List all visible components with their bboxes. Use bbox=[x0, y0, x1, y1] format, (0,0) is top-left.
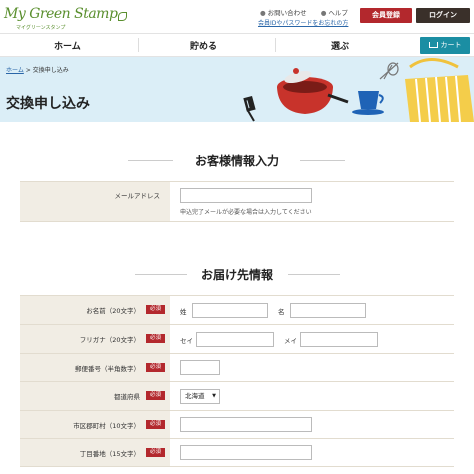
name-row: お名前（20文字） 必須 姓 名 bbox=[20, 296, 454, 325]
main-nav: ホーム 貯める 選ぶ カート bbox=[0, 33, 474, 57]
logo-text: My Green Stamp bbox=[4, 6, 118, 22]
site-logo[interactable]: My Green Stamp マイグリーンスタンプ bbox=[4, 6, 128, 31]
delivery-form: お名前（20文字） 必須 姓 名 フリガナ（20文字） 必須 セイ メイ 郵便番… bbox=[20, 295, 454, 467]
site-header: My Green Stamp マイグリーンスタンプ ● お問い合わせ ● ヘルプ 会… bbox=[0, 0, 474, 33]
prefecture-selected-value: 北海道 bbox=[185, 392, 205, 400]
whisk-icon bbox=[379, 62, 399, 80]
breadcrumb-home-link[interactable]: ホーム bbox=[6, 67, 24, 74]
cart-button[interactable]: カート bbox=[420, 37, 470, 54]
last-name-label: 姓 bbox=[180, 308, 187, 316]
pot-icon bbox=[277, 68, 349, 114]
postal-code-input[interactable] bbox=[180, 360, 220, 375]
last-name-kana-label: セイ bbox=[180, 337, 193, 345]
label-cell: メールアドレス bbox=[20, 182, 170, 221]
prefecture-row: 都道府県 必須 北海道 ▼ bbox=[20, 382, 454, 411]
nav-divider bbox=[138, 38, 139, 52]
required-badge: 必須 bbox=[146, 391, 165, 400]
dropdown-arrow-icon: ▼ bbox=[212, 393, 216, 399]
street-row: 丁目番地（15文字） 必須 bbox=[20, 439, 454, 467]
prefecture-label: 都道府県 bbox=[114, 393, 140, 401]
city-input[interactable] bbox=[180, 417, 312, 432]
field-area: 姓 名 bbox=[170, 296, 454, 324]
kana-label: フリガナ（20文字） bbox=[79, 336, 140, 344]
street-input[interactable] bbox=[180, 445, 312, 460]
required-badge: 必須 bbox=[146, 363, 165, 372]
customer-form: メールアドレス 申込完了メールが必要な場合は入力してください bbox=[20, 181, 454, 222]
first-name-input[interactable] bbox=[290, 303, 366, 318]
field-area bbox=[170, 354, 454, 381]
basket-icon bbox=[405, 58, 474, 122]
bullet-icon: ● bbox=[320, 9, 327, 17]
forgot-password-link[interactable]: 会員IDやパスワードをお忘れの方 bbox=[258, 18, 348, 27]
required-badge: 必須 bbox=[146, 305, 165, 314]
prefecture-select[interactable]: 北海道 ▼ bbox=[180, 389, 220, 404]
help-link[interactable]: ● ヘルプ bbox=[321, 9, 354, 17]
bullet-icon: ● bbox=[260, 9, 266, 17]
contact-link-label: お問い合わせ bbox=[267, 9, 307, 17]
kana-row: フリガナ（20文字） 必須 セイ メイ bbox=[20, 325, 454, 354]
heading-rule-right bbox=[300, 160, 345, 161]
city-label: 市区郡町村（10文字） bbox=[73, 422, 140, 430]
label-cell: お名前（20文字） 必須 bbox=[20, 296, 170, 324]
breadcrumb-separator: > bbox=[25, 67, 31, 74]
postal-row: 郵便番号（半角数字） 必須 bbox=[20, 354, 454, 382]
first-name-kana-label: メイ bbox=[284, 337, 297, 345]
leaf-icon bbox=[118, 11, 128, 21]
postal-label: 郵便番号（半角数字） bbox=[75, 365, 140, 373]
kitchen-illustration bbox=[243, 58, 474, 122]
register-button[interactable]: 会員登録 bbox=[360, 8, 412, 23]
last-name-kana-input[interactable] bbox=[196, 332, 274, 347]
email-label: メールアドレス bbox=[114, 192, 161, 200]
email-input[interactable] bbox=[180, 188, 312, 203]
nav-item-earn[interactable]: 貯める bbox=[190, 39, 217, 52]
label-cell: フリガナ（20文字） 必須 bbox=[20, 325, 170, 353]
field-area bbox=[170, 411, 454, 438]
field-area: 北海道 ▼ bbox=[170, 382, 454, 410]
login-button[interactable]: ログイン bbox=[416, 8, 470, 23]
breadcrumb: ホーム > 交換申し込み bbox=[6, 65, 69, 74]
label-cell: 郵便番号（半角数字） 必須 bbox=[20, 354, 170, 381]
nav-item-home[interactable]: ホーム bbox=[54, 39, 81, 52]
cart-label: カート bbox=[440, 41, 462, 49]
first-name-kana-input[interactable] bbox=[300, 332, 378, 347]
breadcrumb-current: 交換申し込み bbox=[32, 67, 69, 74]
heading-rule-right bbox=[288, 274, 340, 275]
cup-icon bbox=[352, 91, 384, 115]
contact-link[interactable]: ● お問い合わせ bbox=[260, 9, 313, 17]
city-row: 市区郡町村（10文字） 必須 bbox=[20, 411, 454, 439]
cart-icon bbox=[428, 42, 438, 48]
logo-subtitle: マイグリーンスタンプ bbox=[16, 25, 66, 31]
nav-item-choose[interactable]: 選ぶ bbox=[331, 39, 349, 52]
label-cell: 市区郡町村（10文字） 必須 bbox=[20, 411, 170, 438]
page-hero: ホーム > 交換申し込み 交換申し込み bbox=[0, 57, 474, 122]
utility-links: ● お問い合わせ ● ヘルプ bbox=[260, 7, 360, 17]
page-title: 交換申し込み bbox=[6, 96, 90, 112]
required-badge: 必須 bbox=[146, 420, 165, 429]
label-cell: 丁目番地（15文字） 必須 bbox=[20, 439, 170, 466]
nav-divider bbox=[275, 38, 276, 52]
first-name-label: 名 bbox=[278, 308, 285, 316]
required-badge: 必須 bbox=[146, 448, 165, 457]
email-hint: 申込完了メールが必要な場合は入力してください bbox=[180, 209, 312, 216]
help-link-label: ヘルプ bbox=[328, 9, 348, 17]
street-label: 丁目番地（15文字） bbox=[79, 450, 140, 458]
field-area: 申込完了メールが必要な場合は入力してください bbox=[170, 182, 454, 221]
field-area: セイ メイ bbox=[170, 325, 454, 353]
customer-info-heading: お客様情報入力 bbox=[194, 154, 279, 168]
last-name-input[interactable] bbox=[192, 303, 268, 318]
email-row: メールアドレス 申込完了メールが必要な場合は入力してください bbox=[20, 182, 454, 222]
name-label: お名前（20文字） bbox=[86, 307, 140, 315]
label-cell: 都道府県 必須 bbox=[20, 382, 170, 410]
field-area bbox=[170, 439, 454, 466]
spatula-icon bbox=[243, 95, 256, 122]
required-badge: 必須 bbox=[146, 334, 165, 343]
delivery-info-heading: お届け先情報 bbox=[200, 268, 273, 282]
